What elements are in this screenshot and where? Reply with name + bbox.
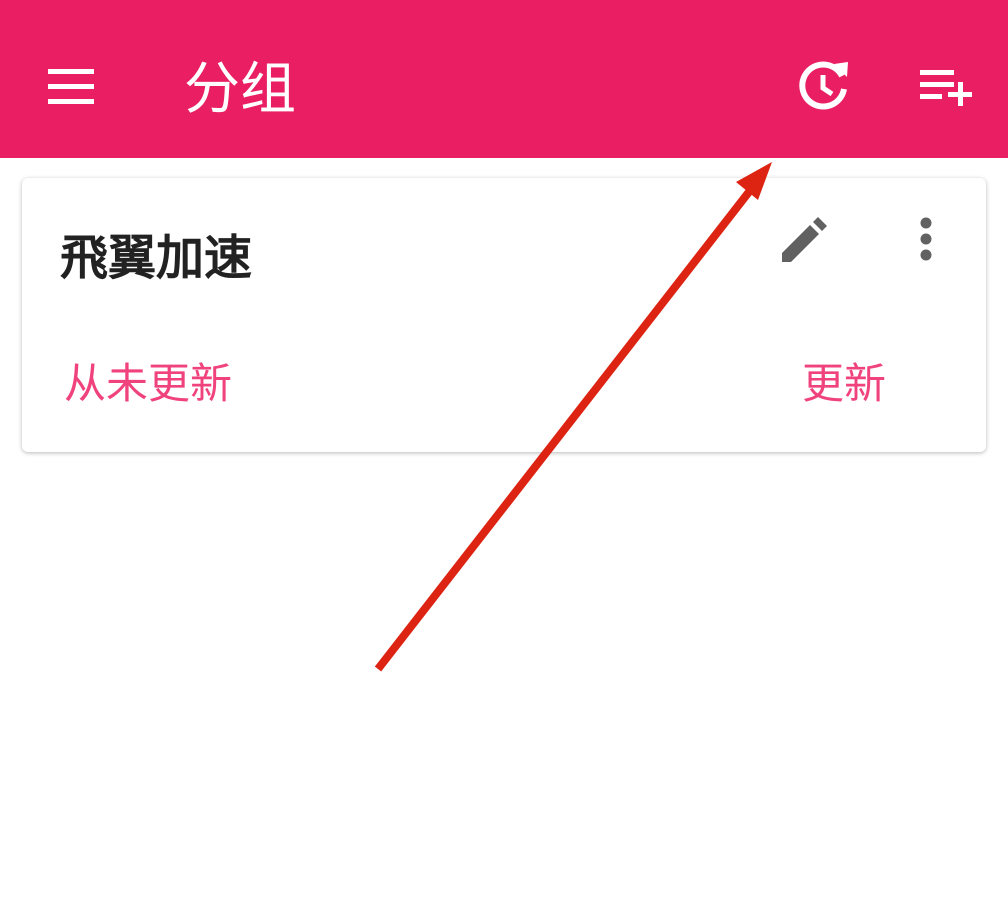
more-vert-icon — [920, 217, 932, 261]
group-more-button[interactable] — [908, 212, 944, 270]
pencil-icon — [782, 217, 827, 262]
update-button[interactable]: 更新 — [802, 356, 886, 412]
last-update-status: 从未更新 — [64, 359, 233, 408]
app-bar: 分组 — [0, 0, 1008, 158]
edit-group-button[interactable] — [774, 212, 832, 270]
menu-icon — [48, 69, 94, 104]
group-name: 飛翼加速 — [60, 230, 253, 286]
update-history-icon — [799, 61, 848, 110]
page-title: 分组 — [184, 57, 296, 122]
menu-button[interactable] — [40, 58, 102, 116]
group-card[interactable]: 飛翼加速 从未更新 更新 — [22, 178, 986, 452]
playlist-add-icon — [920, 70, 972, 106]
update-all-button[interactable] — [792, 56, 854, 118]
add-group-button[interactable] — [914, 58, 978, 116]
